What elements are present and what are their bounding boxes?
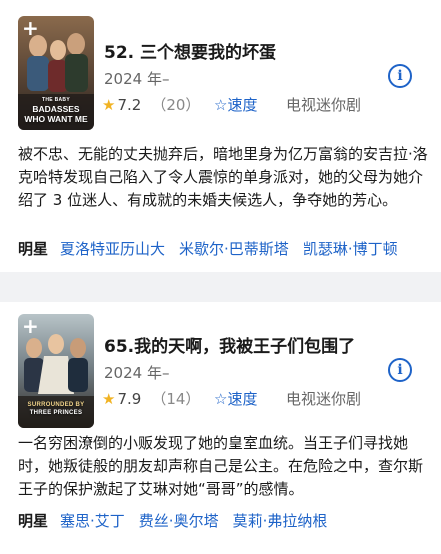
meta-row: ★ 7.9 （14） ☆速度 电视迷你剧 xyxy=(102,388,361,408)
title-type: 电视迷你剧 xyxy=(286,390,362,408)
title-heading[interactable]: 65.我的天啊，我被王子们包围了 xyxy=(104,332,355,357)
poster-text-line1: SURROUNDED BY xyxy=(27,402,85,408)
speed-label: 速度 xyxy=(227,390,258,408)
cast-label: 明星 xyxy=(18,512,49,530)
cast-link[interactable]: 莫莉·弗拉纳根 xyxy=(233,512,328,530)
poster-text-line2: THREE PRINCES xyxy=(29,410,83,416)
info-icon[interactable]: i xyxy=(388,358,412,382)
cast-link[interactable]: 塞思·艾丁 xyxy=(60,512,125,530)
speed-rate-button[interactable]: ☆速度 xyxy=(214,388,257,409)
release-year: 2024 年– xyxy=(104,364,170,382)
title-card-2: + SURROUNDED BY THREE PRINCES 65.我的天啊，我被… xyxy=(0,0,441,554)
star-outline-icon: ☆ xyxy=(214,390,228,408)
rating-count: （14） xyxy=(151,390,201,408)
plus-icon[interactable]: + xyxy=(22,316,39,336)
plot-description: 一名穷困潦倒的小贩发现了她的皇室血统。当王子们寻找她时，她叛徒般的朋友却声称自己… xyxy=(18,434,424,498)
cast-link[interactable]: 费丝·奥尔塔 xyxy=(139,512,219,530)
star-icon: ★ xyxy=(102,390,116,408)
cast-row: 明星 塞思·艾丁 费丝·奥尔塔 莫莉·弗拉纳根 xyxy=(18,510,341,531)
poster-image[interactable]: + SURROUNDED BY THREE PRINCES xyxy=(18,314,94,428)
rating-value: 7.9 xyxy=(117,390,142,408)
